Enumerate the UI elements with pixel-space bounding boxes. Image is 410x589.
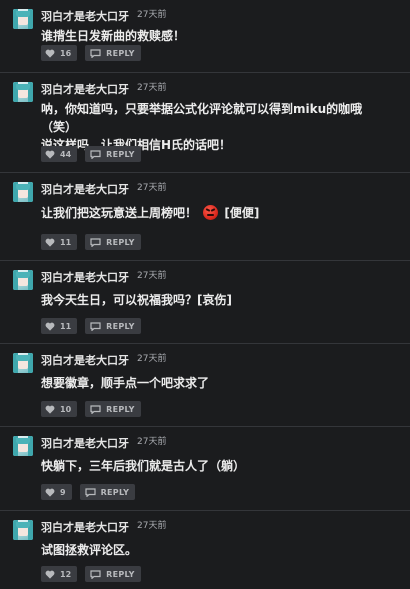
comment-timestamp: 27天前 xyxy=(137,183,167,193)
comment-item: 羽白才是老大口牙 27天前 我今天生日，可以祝福我吗？[哀伤] 11 REPLY xyxy=(0,260,410,341)
reply-button[interactable]: REPLY xyxy=(85,45,141,61)
comment-timestamp: 27天前 xyxy=(137,10,167,20)
comment-timestamp: 27天前 xyxy=(137,521,167,531)
comment-icon xyxy=(90,569,101,579)
reply-button[interactable]: REPLY xyxy=(85,234,141,250)
like-button[interactable]: 11 xyxy=(41,234,78,250)
comment-icon xyxy=(90,321,101,331)
heart-icon xyxy=(45,322,55,331)
reply-label: REPLY xyxy=(100,487,130,497)
comment-author[interactable]: 羽白才是老大口牙 xyxy=(41,435,129,451)
comment-item: 羽白才是老大口牙 27天前 谁揹生日发新曲的救赎感！ 16 REPLY xyxy=(0,0,410,70)
comment-text: 让我们把这玩意送上周榜吧！ [便便] xyxy=(41,204,396,222)
comment-icon xyxy=(90,237,101,247)
comment-text-part: 让我们把这玩意送上周榜吧！ xyxy=(41,206,198,220)
comment-text: 想要徽章，顺手点一个吧求求了 xyxy=(41,376,210,390)
angry-face-icon xyxy=(203,205,219,220)
comment-actions: 12 REPLY xyxy=(41,565,141,583)
like-count: 12 xyxy=(60,569,72,579)
like-count: 10 xyxy=(60,404,72,414)
heart-icon xyxy=(45,238,55,247)
reply-button[interactable]: REPLY xyxy=(85,401,141,417)
comment-author[interactable]: 羽白才是老大口牙 xyxy=(41,269,129,285)
like-count: 44 xyxy=(60,149,72,159)
user-avatar[interactable] xyxy=(13,270,33,290)
reply-label: REPLY xyxy=(106,48,135,58)
comment-text: 快躺下，三年后我们就是古人了（躺） xyxy=(41,459,246,473)
reply-label: REPLY xyxy=(106,569,135,579)
reply-button[interactable]: REPLY xyxy=(85,146,141,162)
like-button[interactable]: 11 xyxy=(41,318,78,334)
comment-author[interactable]: 羽白才是老大口牙 xyxy=(41,352,129,368)
comment-icon xyxy=(90,404,101,414)
like-count: 9 xyxy=(60,487,66,497)
comment-icon xyxy=(84,487,96,497)
user-avatar[interactable] xyxy=(13,82,33,102)
comment-actions: 44 REPLY xyxy=(41,145,141,163)
comment-feed: 羽白才是老大口牙 27天前 谁揹生日发新曲的救赎感！ 16 REPLY 羽白才是… xyxy=(0,0,410,589)
comment-item: 羽白才是老大口牙 27天前 快躺下，三年后我们就是古人了（躺） 9 REPLY xyxy=(0,426,410,508)
comment-text-part: [便便] xyxy=(224,206,260,220)
comment-icon xyxy=(90,149,101,159)
comment-icon xyxy=(90,48,101,58)
like-button[interactable]: 10 xyxy=(41,401,78,417)
comment-actions: 9 REPLY xyxy=(41,483,136,501)
comment-item: 羽白才是老大口牙 27天前 试图拯救评论区。 12 REPLY xyxy=(0,510,410,589)
comment-timestamp: 27天前 xyxy=(137,354,167,364)
like-button[interactable]: 16 xyxy=(41,45,78,61)
reply-label: REPLY xyxy=(106,237,135,247)
reply-button[interactable]: REPLY xyxy=(85,318,141,334)
reply-button[interactable]: REPLY xyxy=(85,566,141,582)
comment-timestamp: 27天前 xyxy=(137,271,167,281)
comment-actions: 10 REPLY xyxy=(41,400,141,418)
comment-author[interactable]: 羽白才是老大口牙 xyxy=(41,81,129,97)
like-button[interactable]: 9 xyxy=(41,484,72,500)
comment-actions: 11 REPLY xyxy=(41,317,141,335)
user-avatar[interactable] xyxy=(13,9,33,29)
comment-text: 我今天生日，可以祝福我吗？[哀伤] xyxy=(41,293,232,307)
user-avatar[interactable] xyxy=(13,353,33,373)
comment-item: 羽白才是老大口牙 27天前 呐，你知道吗，只要举据公式化评论就可以得到miku的… xyxy=(0,72,410,170)
user-avatar[interactable] xyxy=(13,182,33,202)
comment-item: 羽白才是老大口牙 27天前 让我们把这玩意送上周榜吧！ [便便] 11 REPL… xyxy=(0,172,410,258)
comment-author[interactable]: 羽白才是老大口牙 xyxy=(41,519,129,535)
reply-label: REPLY xyxy=(106,149,135,159)
comment-item: 羽白才是老大口牙 27天前 想要徽章，顺手点一个吧求求了 10 REPLY xyxy=(0,343,410,424)
comment-timestamp: 27天前 xyxy=(137,83,167,93)
comment-author[interactable]: 羽白才是老大口牙 xyxy=(41,8,129,24)
heart-icon xyxy=(45,488,55,497)
reply-button[interactable]: REPLY xyxy=(79,484,136,500)
reply-label: REPLY xyxy=(106,404,135,414)
like-count: 11 xyxy=(60,321,72,331)
comment-text: 谁揹生日发新曲的救赎感！ xyxy=(41,29,186,43)
comment-author[interactable]: 羽白才是老大口牙 xyxy=(41,181,129,197)
heart-icon xyxy=(45,150,55,159)
comment-timestamp: 27天前 xyxy=(137,437,167,447)
heart-icon xyxy=(45,405,55,414)
heart-icon xyxy=(45,570,55,579)
comment-actions: 11 REPLY xyxy=(41,233,141,251)
heart-icon xyxy=(45,49,55,58)
comment-actions: 16 REPLY xyxy=(41,44,141,62)
comment-text: 试图拯救评论区。 xyxy=(41,543,138,557)
like-button[interactable]: 44 xyxy=(41,146,78,162)
user-avatar[interactable] xyxy=(13,436,33,456)
like-count: 11 xyxy=(60,237,72,247)
reply-label: REPLY xyxy=(106,321,135,331)
like-count: 16 xyxy=(60,48,72,58)
like-button[interactable]: 12 xyxy=(41,566,78,582)
user-avatar[interactable] xyxy=(13,520,33,540)
